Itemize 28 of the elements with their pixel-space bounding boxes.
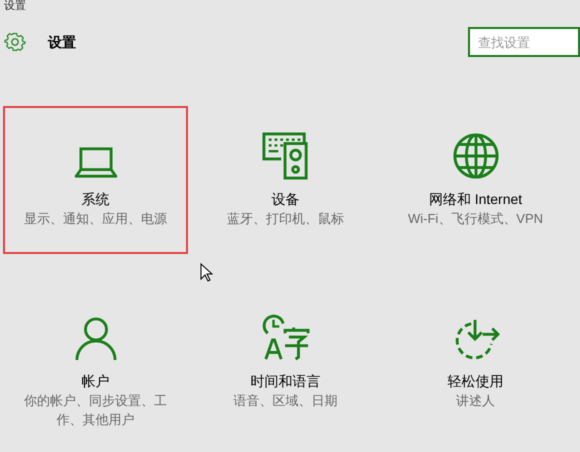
settings-tile[interactable]: 设备 蓝牙、打印机、鼠标 [193, 106, 378, 254]
tile-description: Wi-Fi、飞行模式、VPN [406, 210, 544, 228]
tile-description: 讲述人 [455, 392, 496, 410]
keyboard-speaker-icon [262, 132, 310, 180]
tile-title: 设备 [272, 190, 300, 208]
settings-tile[interactable]: 帐户 你的帐户、同步设置、工作、其他用户 [3, 288, 188, 436]
tile-title: 时间和语言 [250, 372, 320, 390]
settings-tile[interactable]: 系统 显示、通知、应用、电源 [3, 106, 188, 254]
tile-description: 显示、通知、应用、电源 [23, 210, 168, 228]
settings-tile[interactable]: 网络和 Internet Wi-Fi、飞行模式、VPN [383, 106, 568, 254]
person-icon [74, 316, 116, 362]
laptop-icon [72, 146, 118, 180]
search-field[interactable]: 查找设置 [468, 27, 580, 57]
globe-icon [452, 132, 500, 180]
tile-description: 语音、区域、日期 [232, 392, 338, 410]
window-title: 设置 [3, 0, 26, 12]
settings-tile[interactable]: 时间和语言 语音、区域、日期 [193, 288, 378, 436]
tile-title: 轻松使用 [448, 372, 504, 390]
clock-language-icon [262, 314, 310, 362]
cursor-icon [200, 263, 213, 282]
settings-tile[interactable]: 轻松使用 讲述人 [383, 288, 568, 436]
tile-description: 你的帐户、同步设置、工作、其他用户 [23, 392, 168, 429]
tile-description: 蓝牙、打印机、鼠标 [226, 210, 345, 228]
tile-title: 系统 [82, 190, 110, 208]
tile-title: 网络和 Internet [428, 190, 522, 208]
tile-title: 帐户 [82, 372, 110, 390]
settings-icon [4, 31, 26, 53]
page-title: 设置 [48, 32, 76, 52]
